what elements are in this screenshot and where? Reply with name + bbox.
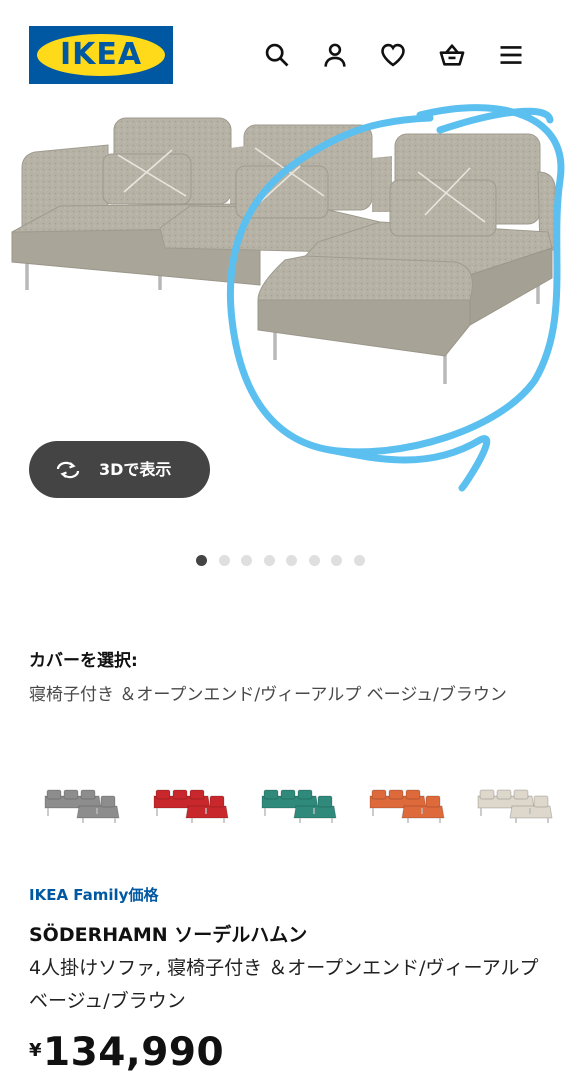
heart-icon[interactable]: [376, 38, 410, 72]
swatch-sofa-part: [401, 805, 445, 819]
swatch-sofa-part: [280, 789, 296, 800]
swatch-sofa-part: [172, 789, 188, 800]
logo-text: IKEA: [59, 37, 143, 72]
search-icon[interactable]: [260, 38, 294, 72]
carousel-dot[interactable]: [353, 555, 365, 566]
carousel-dots: [196, 555, 365, 567]
swatch-sofa-part: [185, 805, 229, 819]
cover-swatch-green[interactable]: [256, 782, 342, 826]
swatch-sofa-part: [155, 789, 171, 800]
swatch-sofa-part: [405, 789, 421, 800]
swatch-sofa-part: [209, 795, 225, 808]
swatch-sofa-part: [317, 795, 333, 808]
swatch-sofa-part: [63, 789, 79, 800]
ikea-logo[interactable]: IKEA: [29, 26, 173, 84]
swatch-sofa-part: [509, 805, 553, 819]
cover-swatch-orange[interactable]: [364, 782, 450, 826]
swatch-sofa-part: [388, 789, 404, 800]
swatch-sofa-part: [46, 789, 62, 800]
view-3d-label: 3Dで表示: [99, 460, 172, 479]
carousel-dot[interactable]: [331, 555, 342, 566]
swatch-sofa-part: [80, 789, 96, 800]
price-value: 134,990: [43, 1030, 225, 1075]
cover-swatch-gray[interactable]: [39, 782, 125, 826]
swatch-sofa-part: [496, 789, 512, 800]
swatch-sofa-part: [297, 789, 313, 800]
swatch-sofa-part: [293, 805, 337, 819]
sofa-illustration: [11, 104, 565, 492]
cover-select-label: カバーを選択:: [29, 651, 138, 671]
swatch-sofa-part: [263, 789, 279, 800]
product-image[interactable]: [0, 96, 570, 496]
carousel-dot[interactable]: [241, 555, 252, 566]
ikea-family-price-label: IKEA Family価格: [29, 886, 159, 904]
view-3d-button[interactable]: 3Dで表示: [29, 441, 210, 498]
account-icon[interactable]: [318, 38, 352, 72]
swatch-sofa-part: [371, 789, 387, 800]
swatch-sofa-part: [189, 789, 205, 800]
cover-swatches: [29, 782, 553, 826]
swatch-sofa-part: [479, 789, 495, 800]
swatch-sofa-part: [425, 795, 441, 808]
swatch-sofa-part: [533, 795, 549, 808]
carousel-dot[interactable]: [286, 555, 297, 566]
carousel-dot[interactable]: [308, 555, 320, 566]
cover-swatch-beige[interactable]: [472, 782, 558, 826]
price-currency: ¥: [29, 1040, 42, 1061]
carousel-dot[interactable]: [196, 555, 207, 566]
product-name: SÖDERHAMN ソーデルハムン: [29, 924, 308, 946]
carousel-dot[interactable]: [263, 555, 275, 566]
swatch-sofa-part: [100, 795, 116, 808]
swatch-sofa-part: [513, 789, 529, 800]
rotate-3d-icon: [56, 461, 80, 479]
cover-swatch-red[interactable]: [148, 782, 234, 826]
header: IKEA: [0, 0, 570, 110]
swatch-sofa-part: [76, 805, 120, 819]
basket-icon[interactable]: [435, 38, 469, 72]
product-description: 4人掛けソファ, 寝椅子付き ＆オープンエンド/ヴィーアルプ ベージュ/ブラウン: [29, 957, 539, 1012]
carousel-dot[interactable]: [218, 555, 230, 566]
menu-icon[interactable]: [494, 38, 528, 72]
cover-selected-value: 寝椅子付き ＆オープンエンド/ヴィーアルプ ベージュ/ブラウン: [29, 685, 507, 705]
